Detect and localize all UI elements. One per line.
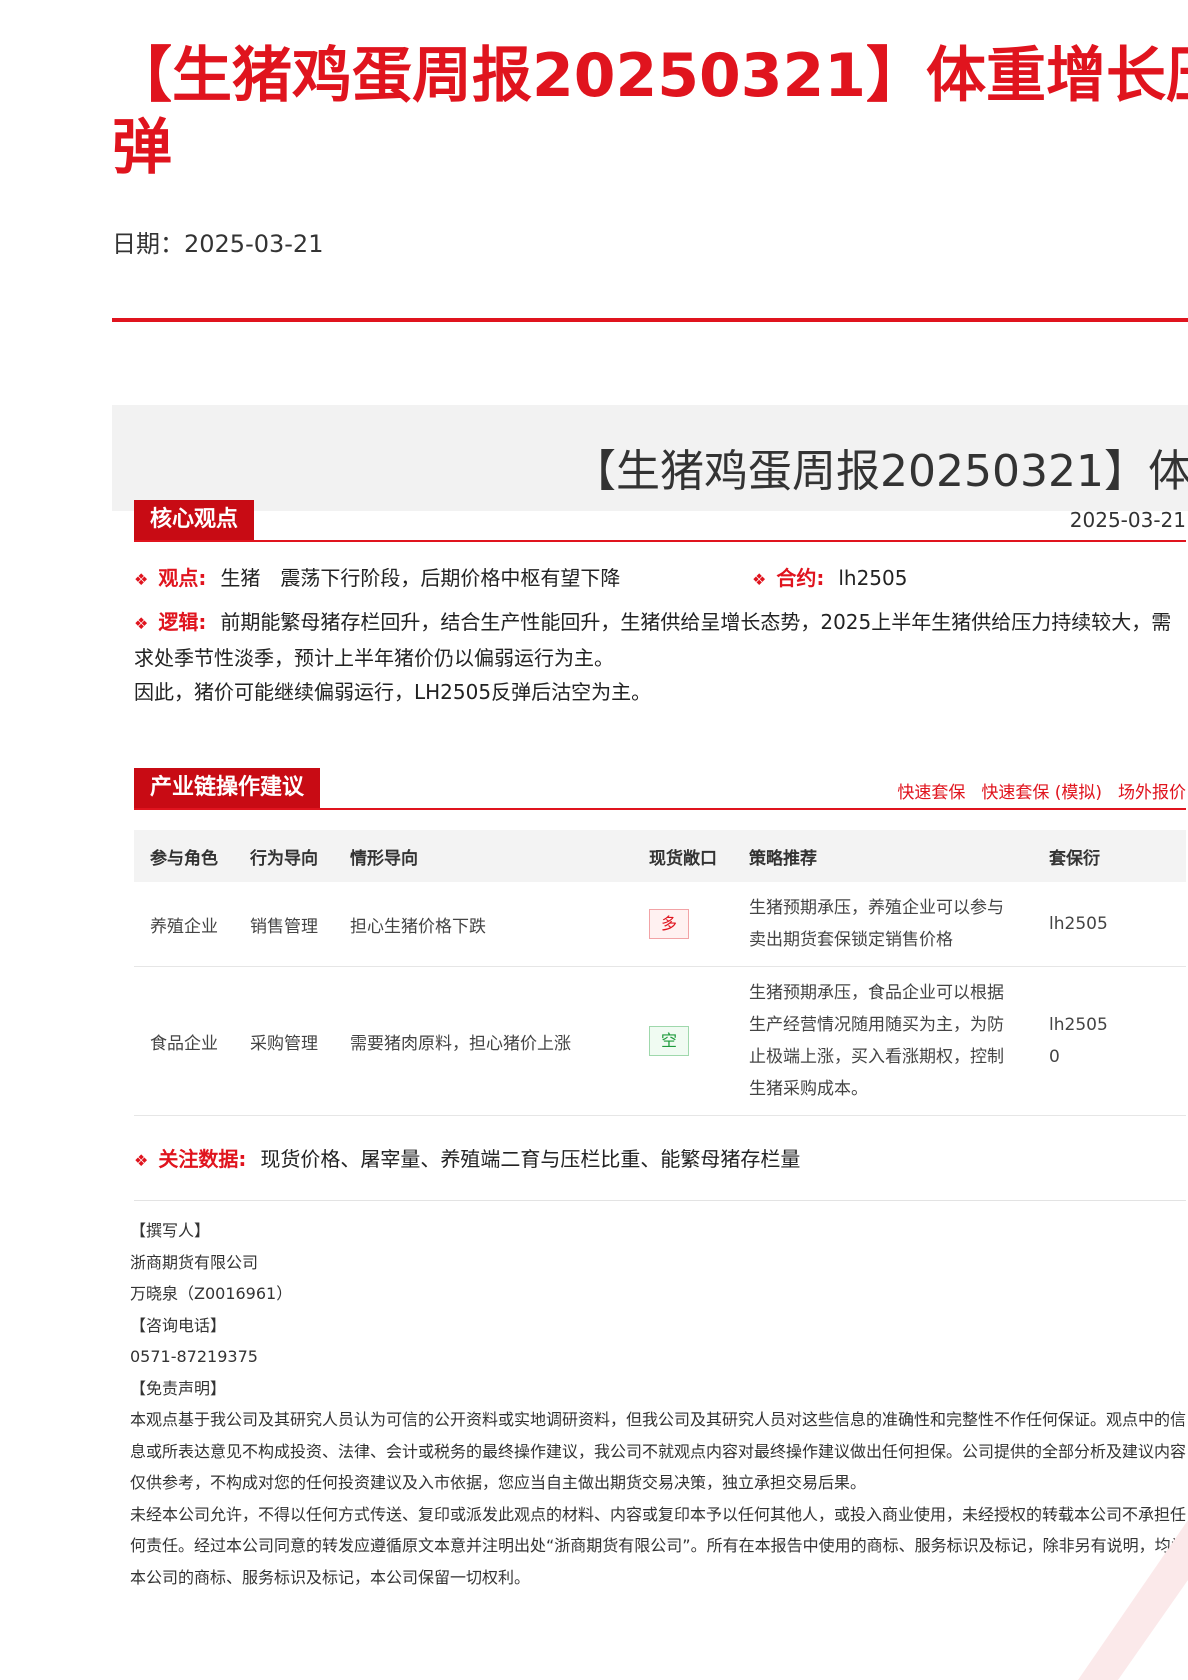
quick-hedge-sim-link[interactable]: 快速套保 (模拟) [981, 783, 1102, 803]
company-name: 浙商期货有限公司 [130, 1252, 259, 1272]
page-title-line2: 弹 [112, 113, 172, 183]
core-view-date: 2025-03-21 [1069, 508, 1186, 532]
cell-role: 食品企业 [134, 966, 234, 1116]
long-badge: 多 [649, 909, 689, 939]
cell-role: 养殖企业 [134, 882, 234, 967]
quick-hedge-link[interactable]: 快速套保 [897, 783, 965, 803]
table-row: 养殖企业 销售管理 担心生猪价格下跌 多 生猪预期承压，养殖企业可以参与卖出期货… [134, 882, 1186, 967]
disclaimer-paragraph-1: 本观点基于我公司及其研究人员认为可信的公开资料或实地调研资料，但我公司及其研究人… [130, 1410, 1187, 1492]
author-name: 万晓泉（Z0016961） [130, 1284, 293, 1303]
core-view-tag: 核心观点 [134, 500, 255, 540]
report-card: 【生猪鸡蛋周报20250321】体重增长压制猪价反弹 核心观点 2025-03-… [112, 405, 1188, 1680]
report-footer: 【撰写人】 浙商期货有限公司 万晓泉（Z0016961） 【咨询电话】 0571… [130, 1215, 1188, 1593]
advice-table: 参与角色 行为导向 情形导向 现货敞口 策略推荐 套保衍 养殖企业 销售管理 担… [134, 830, 1186, 1116]
col-role: 参与角色 [134, 830, 234, 882]
chain-advice-tag: 产业链操作建议 [134, 768, 321, 808]
cell-strategy: 生猪预期承压，食品企业可以根据生产经营情况随用随买为主，为防止极端上涨，买入看涨… [733, 966, 1033, 1116]
contract-label: 合约: [776, 566, 825, 590]
cell-behavior: 采购管理 [234, 966, 334, 1116]
cell-strategy: 生猪预期承压，养殖企业可以参与卖出期货套保锁定销售价格 [733, 882, 1033, 967]
focus-row: ❖ 关注数据: 现货价格、屠宰量、养殖端二育与压栏比重、能繁母猪存栏量 [134, 1143, 800, 1172]
col-instrument: 套保衍 [1033, 830, 1186, 882]
col-strategy: 策略推荐 [733, 830, 1033, 882]
focus-text: 现货价格、屠宰量、养殖端二育与压栏比重、能繁母猪存栏量 [260, 1147, 801, 1171]
disclaimer-paragraph-2: 未经本公司允许，不得以任何方式传送、复印或派发此观点的材料、内容或复印本予以任何… [130, 1504, 1187, 1587]
cell-instrument: lh2505 [1033, 882, 1186, 967]
view-text: 生猪 震荡下行阶段，后期价格中枢有望下降 [220, 566, 621, 590]
cell-exposure: 多 [633, 882, 733, 967]
logic-label: 逻辑: [158, 610, 207, 634]
watermark-icon [1078, 1520, 1188, 1680]
table-header-row: 参与角色 行为导向 情形导向 现货敞口 策略推荐 套保衍 [134, 830, 1186, 882]
phone-number: 0571-87219375 [130, 1347, 258, 1366]
disclaimer-heading: 【免责声明】 [130, 1378, 227, 1398]
focus-label: 关注数据: [158, 1147, 247, 1171]
col-scenario: 情形导向 [334, 830, 633, 882]
logic-text: 前期能繁母猪存栏回升，结合生产性能回升，生猪供给呈增长态势，2025上半年生猪供… [134, 610, 1172, 670]
report-banner: 【生猪鸡蛋周报20250321】体重增长压制猪价反弹 [112, 405, 1188, 511]
phone-heading: 【咨询电话】 [130, 1315, 227, 1335]
diamond-bullet-icon: ❖ [134, 570, 149, 589]
page-title: 【生猪鸡蛋周报20250321】体重增长压制猪 弹 [112, 40, 1188, 190]
cell-exposure: 空 [633, 966, 733, 1116]
cell-scenario: 担心生猪价格下跌 [334, 882, 633, 967]
logic-paragraph: ❖ 逻辑: 前期能繁母猪存栏回升，结合生产性能回升，生猪供给呈增长态势，2025上半… [134, 605, 1186, 709]
view-label: 观点: [158, 566, 207, 590]
col-exposure: 现货敞口 [633, 830, 733, 882]
cell-behavior: 销售管理 [234, 882, 334, 967]
contract-value: lh2505 [838, 566, 908, 590]
table-row: 食品企业 采购管理 需要猪肉原料，担心猪价上涨 空 生猪预期承压，食品企业可以根… [134, 966, 1186, 1116]
cell-scenario: 需要猪肉原料，担心猪价上涨 [334, 966, 633, 1116]
logic-conclusion: 因此，猪价可能继续偏弱运行，LH2505反弹后沽空为主。 [134, 680, 652, 704]
diamond-bullet-icon: ❖ [752, 570, 767, 589]
diamond-bullet-icon: ❖ [134, 614, 149, 633]
quick-links: 快速套保 快速套保 (模拟) 场外报价 [881, 778, 1186, 803]
publish-date: 日期：2025-03-21 [112, 230, 324, 258]
chain-advice-header: 产业链操作建议 快速套保 快速套保 (模拟) 场外报价 [134, 768, 1186, 810]
author-heading: 【撰写人】 [130, 1221, 211, 1240]
diamond-bullet-icon: ❖ [134, 1151, 149, 1170]
banner-title: 【生猪鸡蛋周报20250321】体重增长压制猪价反弹 [572, 446, 1188, 497]
short-badge: 空 [649, 1026, 689, 1056]
footer-divider [134, 1200, 1186, 1201]
contract-row: ❖ 合约: lh2505 [752, 562, 907, 591]
page-title-line1: 【生猪鸡蛋周报20250321】体重增长压制猪 [112, 41, 1188, 111]
title-divider [112, 318, 1188, 322]
col-behavior: 行为导向 [234, 830, 334, 882]
otc-quote-link[interactable]: 场外报价 [1118, 783, 1186, 803]
cell-instrument: lh2505 0 [1033, 966, 1186, 1116]
view-row: ❖ 观点: 生猪 震荡下行阶段，后期价格中枢有望下降 [134, 562, 620, 591]
core-view-header: 核心观点 2025-03-21 [134, 500, 1186, 542]
